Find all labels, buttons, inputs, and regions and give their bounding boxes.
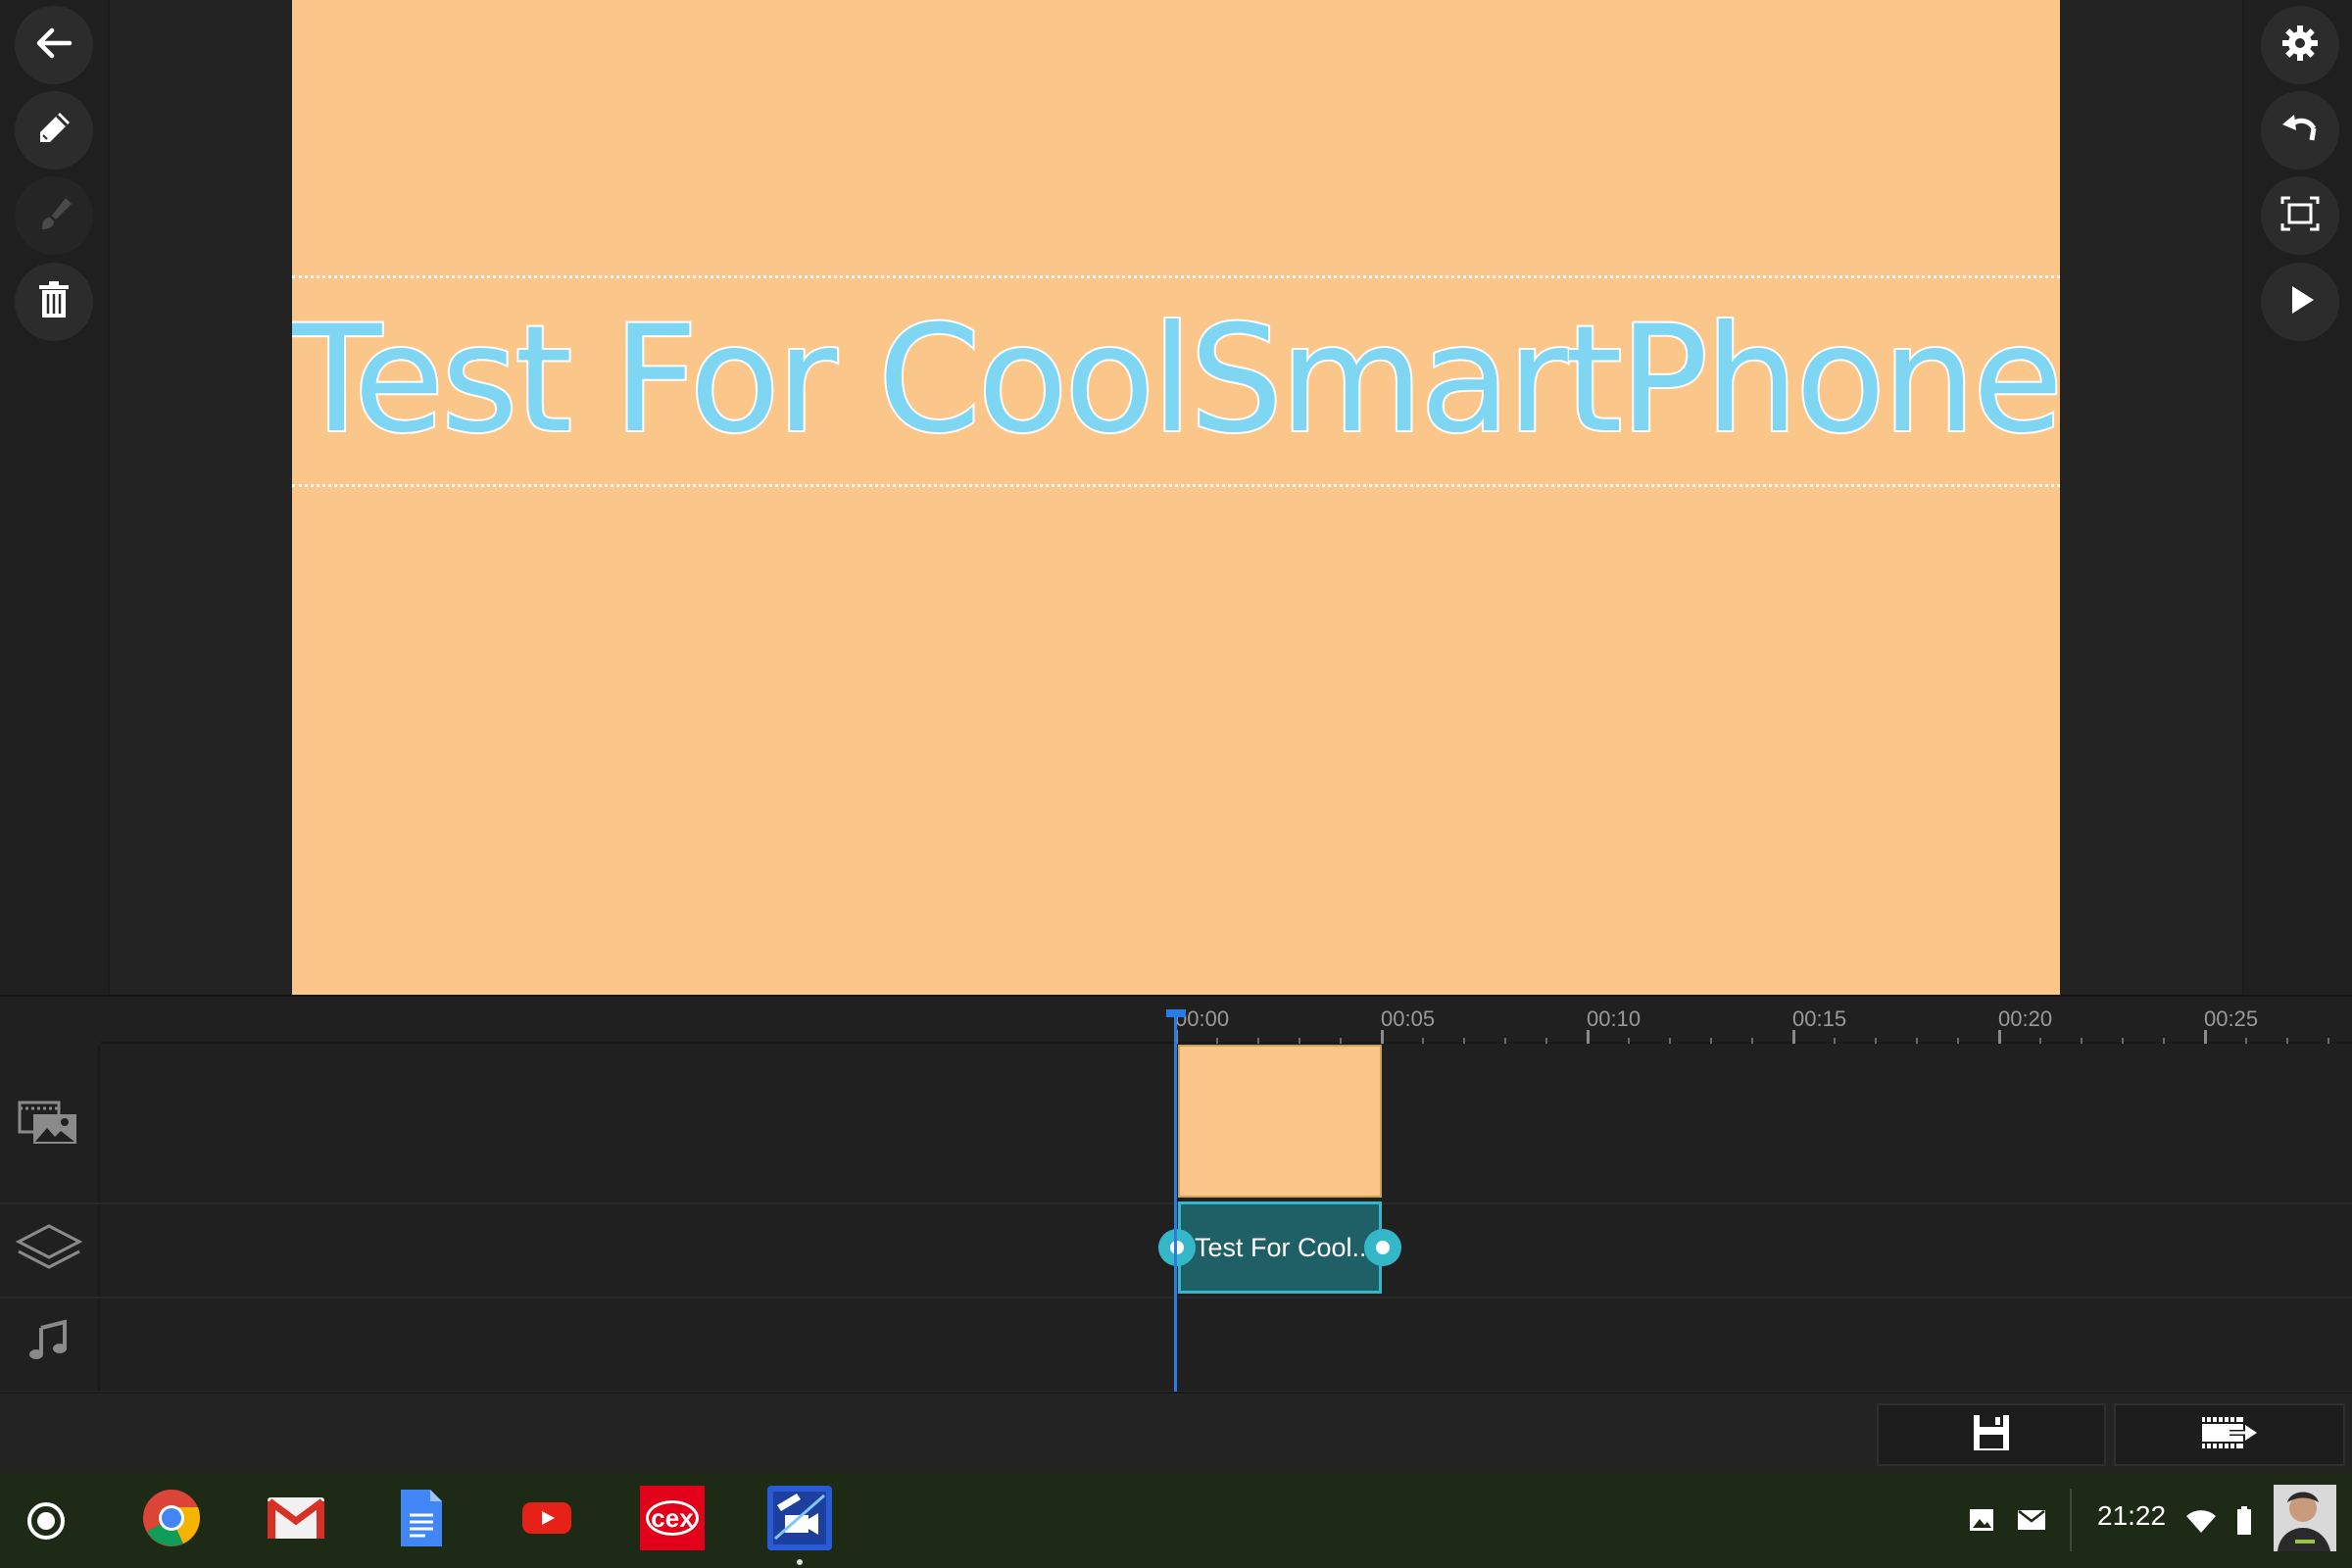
ruler-minor-tick — [1834, 1038, 1836, 1044]
ruler-minor-tick — [1298, 1038, 1300, 1044]
text-clip[interactable]: Test For Cool... — [1178, 1201, 1382, 1294]
brush-button[interactable] — [15, 176, 93, 255]
ruler-minor-tick — [1545, 1038, 1547, 1044]
ruler-minor-tick — [1710, 1038, 1712, 1044]
layers-track-header[interactable] — [0, 1202, 98, 1297]
battery-icon[interactable] — [2236, 1505, 2252, 1542]
export-button[interactable] — [2114, 1403, 2345, 1466]
active-app-indicator — [797, 1559, 803, 1565]
ruler-minor-tick — [1422, 1038, 1424, 1044]
ruler-major-tick — [1381, 1030, 1384, 1044]
fit-screen-button[interactable] — [2261, 176, 2339, 255]
brush-icon — [30, 190, 77, 242]
selection-bottom-line — [292, 484, 2060, 487]
playhead[interactable] — [1174, 1009, 1177, 1392]
gmail-icon — [266, 1495, 326, 1545]
docs-app[interactable] — [388, 1487, 455, 1553]
system-clock[interactable]: 21:22 — [2097, 1500, 2166, 1532]
preview-title-text[interactable]: Test For CoolSmartPhone — [292, 276, 2060, 484]
ruler-minor-tick — [2328, 1038, 2329, 1044]
ruler-minor-tick — [1957, 1038, 1959, 1044]
ruler-label: 00:05 — [1381, 1006, 1436, 1031]
ruler-minor-tick — [1257, 1038, 1259, 1044]
ruler-major-tick — [1998, 1030, 2001, 1044]
ruler-major-tick — [1587, 1030, 1590, 1044]
ruler-label: 00:15 — [1792, 1006, 1847, 1031]
video-preview-canvas[interactable]: Test For CoolSmartPhone — [292, 0, 2060, 995]
gmail-app[interactable] — [263, 1487, 329, 1553]
ruler-label: 00:25 — [2204, 1006, 2259, 1031]
ruler-minor-tick — [1916, 1038, 1918, 1044]
svg-text:cex: cex — [651, 1503, 694, 1533]
ruler-minor-tick — [1216, 1038, 1218, 1044]
action-bar — [0, 1392, 2352, 1473]
text-clip-label: Test For Cool... — [1195, 1232, 1375, 1262]
edit-button[interactable] — [15, 91, 93, 170]
docs-icon — [399, 1488, 444, 1553]
ruler-minor-tick — [1669, 1038, 1671, 1044]
fit-screen-icon — [2277, 190, 2324, 242]
ruler-minor-tick — [1463, 1038, 1465, 1044]
wifi-icon[interactable] — [2185, 1510, 2217, 1539]
ruler-minor-tick — [2163, 1038, 2165, 1044]
pencil-icon — [30, 105, 77, 157]
layers-track-icon — [15, 1220, 83, 1280]
clip-end-handle[interactable] — [1364, 1229, 1401, 1266]
ruler-label: 00:20 — [1998, 1006, 2053, 1031]
os-shelf: cex 21:22 — [0, 1473, 2352, 1568]
youtube-app[interactable] — [514, 1487, 580, 1553]
play-icon — [2277, 276, 2324, 328]
undo-icon — [2277, 105, 2324, 157]
play-button[interactable] — [2261, 263, 2339, 341]
ruler-minor-tick — [1751, 1038, 1753, 1044]
track-headers — [0, 1046, 100, 1410]
ruler-major-tick — [2204, 1030, 2207, 1044]
export-video-icon — [2200, 1411, 2259, 1459]
ruler-minor-tick — [2286, 1038, 2288, 1044]
undo-button[interactable] — [2261, 91, 2339, 170]
gear-icon — [2277, 20, 2324, 72]
ruler-minor-tick — [2122, 1038, 2124, 1044]
ruler-minor-tick — [2081, 1038, 2082, 1044]
launcher-button[interactable] — [27, 1502, 65, 1540]
video-editor-icon — [767, 1485, 832, 1555]
status-separator — [2070, 1489, 2072, 1551]
ruler-label: 00:10 — [1587, 1006, 1642, 1031]
back-button[interactable] — [15, 6, 93, 84]
cex-app[interactable]: cex — [639, 1485, 706, 1555]
back-arrow-icon — [30, 20, 77, 72]
settings-button[interactable] — [2261, 6, 2339, 84]
youtube-icon — [520, 1498, 573, 1543]
video-editor-app: Test For CoolSmartPhone 00:00 00:05 00:1… — [0, 0, 2352, 1568]
video-editor-app-icon[interactable] — [766, 1485, 833, 1555]
delete-button[interactable] — [15, 263, 93, 341]
clip-start-handle[interactable] — [1158, 1229, 1196, 1266]
cex-icon: cex — [640, 1485, 705, 1555]
ruler-minor-tick — [1504, 1038, 1506, 1044]
user-avatar[interactable] — [2274, 1485, 2336, 1556]
right-tool-panel — [2242, 0, 2352, 995]
left-tool-panel — [0, 0, 110, 995]
ruler-minor-tick — [1628, 1038, 1630, 1044]
ruler-minor-tick — [2245, 1038, 2247, 1044]
photos-notification-icon[interactable] — [1968, 1506, 1995, 1539]
image-clip[interactable] — [1178, 1045, 1382, 1198]
music-track-header[interactable] — [0, 1297, 98, 1391]
ruler-minor-tick — [1875, 1038, 1877, 1044]
chrome-icon — [141, 1488, 202, 1553]
ruler-minor-tick — [1340, 1038, 1342, 1044]
save-button[interactable] — [1877, 1403, 2106, 1466]
trash-icon — [30, 276, 77, 328]
chrome-app[interactable] — [138, 1487, 205, 1553]
mail-notification-icon[interactable] — [2017, 1508, 2046, 1537]
music-track-icon — [25, 1318, 73, 1370]
save-icon — [1970, 1411, 2013, 1459]
ruler-minor-tick — [2039, 1038, 2041, 1044]
ruler-major-tick — [1792, 1030, 1795, 1044]
timeline-ruler[interactable]: 00:00 00:05 00:10 00:15 00:20 00:25 — [100, 997, 2352, 1044]
media-track-header[interactable] — [0, 1046, 98, 1202]
media-track-icon — [18, 1099, 80, 1151]
